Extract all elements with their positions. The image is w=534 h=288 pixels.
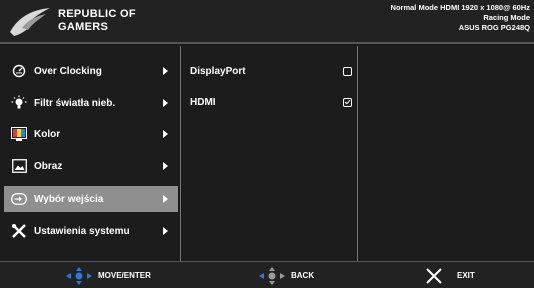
submenu: DisplayPort HDMI [182,46,358,261]
menu-item-label: Wybór wejścia [34,193,104,205]
move-enter-label: MOVE/ENTER [98,271,151,280]
move-enter-button[interactable]: MOVE/ENTER [66,262,151,288]
footer: MOVE/ENTER BACK EXIT [0,261,534,288]
joystick-move-icon [66,266,92,285]
joystick-back-icon [259,266,285,285]
input-option-hdmi[interactable]: HDMI [190,91,352,113]
header: REPUBLIC OF GAMERS Normal Mode HDMI 1920… [0,0,534,44]
chevron-right-icon [163,67,168,75]
chevron-right-icon [163,227,168,235]
rog-logo-icon [8,6,52,38]
chevron-right-icon [163,162,168,170]
exit-button[interactable]: EXIT [425,262,475,288]
checked-icon [343,97,352,107]
status-model: ASUS ROG PG248Q [458,23,530,32]
exit-label: EXIT [457,271,475,280]
menu-item-image[interactable]: Obraz [4,153,178,179]
detail-panel [359,46,534,261]
osd-window: REPUBLIC OF GAMERS Normal Mode HDMI 1920… [0,0,534,288]
tools-icon [10,222,28,240]
image-icon [10,157,28,175]
chevron-right-icon [163,195,168,203]
input-option-label: HDMI [190,96,216,108]
input-option-displayport[interactable]: DisplayPort [190,60,352,82]
color-icon [10,125,28,143]
unchecked-icon [343,66,352,76]
status-mode: Normal Mode HDMI 1920 x 1080@ 60Hz [390,3,530,12]
menu-item-color[interactable]: Kolor [4,121,178,147]
menu-item-label: Filtr światła nieb. [34,97,116,109]
chevron-right-icon [163,99,168,107]
brand-line-1: REPUBLIC OF [58,8,136,20]
back-button[interactable]: BACK [259,262,314,288]
speedometer-icon [10,62,28,80]
light-bulb-icon [10,94,28,112]
status-info: Normal Mode HDMI 1920 x 1080@ 60Hz Racin… [391,3,530,33]
menu-item-label: Ustawienia systemu [34,225,130,237]
menu-item-label: Over Clocking [34,65,102,77]
menu-item-over-clocking[interactable]: Over Clocking [4,58,178,84]
menu-item-system-settings[interactable]: Ustawienia systemu [4,218,178,244]
back-label: BACK [291,271,315,280]
chevron-right-icon [163,130,168,138]
brand-line-2: GAMERS [58,21,109,33]
menu-item-blue-light-filter[interactable]: Filtr światła nieb. [4,90,178,116]
close-icon [426,267,442,284]
status-racing-mode: Racing Mode [483,13,530,22]
menu-item-label: Obraz [34,160,63,172]
menu-item-label: Kolor [34,128,61,140]
input-option-label: DisplayPort [190,65,246,77]
menu-item-input-select[interactable]: Wybór wejścia [4,186,178,212]
input-icon [10,190,28,208]
main-menu: Over Clocking Filtr światła nieb. Kolor … [0,46,181,261]
brand-name: REPUBLIC OF GAMERS [58,8,136,34]
